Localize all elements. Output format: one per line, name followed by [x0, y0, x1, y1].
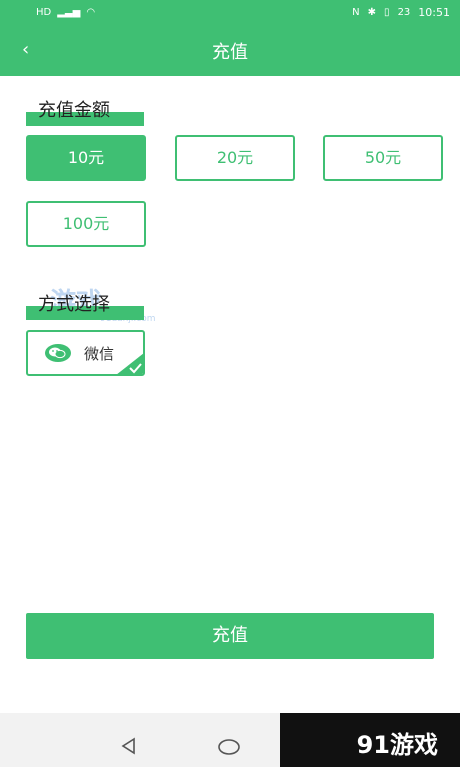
wechat-icon [45, 344, 71, 362]
method-section-heading: 方式选择 [26, 292, 144, 320]
system-nav-bar: 91游戏 [0, 713, 460, 767]
payment-label: 微信 [84, 345, 115, 363]
status-left: HD ▂▃▅ ◠ [36, 7, 95, 19]
nav-home-icon[interactable] [218, 739, 240, 755]
recharge-section-heading: 充值金额 [26, 98, 144, 126]
recharge-submit-button[interactable]: 充值 [26, 613, 434, 659]
watermark-badge: 91游戏 [280, 713, 460, 767]
method-heading-text: 方式选择 [38, 294, 110, 315]
amount-option-10[interactable]: 10元 [26, 135, 146, 181]
payment-option-wechat[interactable]: 微信 [26, 330, 145, 376]
submit-label: 充值 [212, 625, 248, 646]
status-time: 10:51 [418, 6, 450, 19]
amount-label: 10元 [67, 148, 105, 167]
checkmark-corner-icon [117, 353, 143, 374]
amount-option-20[interactable]: 20元 [175, 135, 295, 181]
page-title: 充值 [212, 42, 248, 63]
recharge-heading-text: 充值金额 [38, 100, 110, 121]
signal-icon: ▂▃▅ [57, 7, 81, 18]
wifi-icon: ◠ [86, 7, 96, 18]
amount-option-50[interactable]: 50元 [323, 135, 443, 181]
bluetooth-icon: ✱ [367, 6, 377, 18]
status-right: N ✱ ▯ 23 10:51 [352, 6, 450, 19]
hd-icon: HD [36, 7, 52, 18]
battery-level: 23 [397, 6, 411, 18]
amount-label: 50元 [364, 148, 402, 167]
nfc-icon: N [352, 6, 360, 18]
amount-label: 100元 [62, 214, 110, 233]
amount-option-100[interactable]: 100元 [26, 201, 146, 247]
battery-icon: 23 [398, 7, 411, 19]
vibrate-icon: ▯ [384, 6, 390, 18]
nav-back-icon[interactable] [120, 737, 138, 755]
status-bar: HD ▂▃▅ ◠ N ✱ ▯ 23 10:51 [0, 0, 460, 26]
watermark-corner-text: 91游戏 [356, 731, 438, 759]
amount-label: 20元 [216, 148, 254, 167]
top-header: ‹ 充值 [0, 26, 460, 76]
